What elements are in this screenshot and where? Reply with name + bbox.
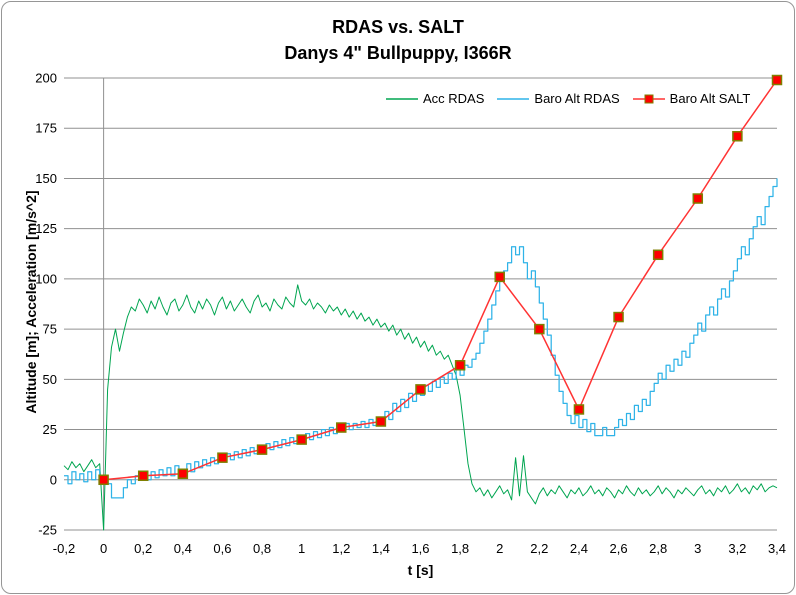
x-tick-label: 2,6 <box>610 541 628 556</box>
x-tick-label: 0,4 <box>174 541 192 556</box>
legend-label: Baro Alt SALT <box>670 91 751 106</box>
x-tick-label: 1,2 <box>332 541 350 556</box>
x-tick-label: 2,4 <box>570 541 588 556</box>
marker-baro-alt-salt[interactable] <box>773 76 782 85</box>
x-tick-label: 1,4 <box>372 541 390 556</box>
series-acc-rdas[interactable] <box>64 285 777 530</box>
x-tick-label: 1,6 <box>411 541 429 556</box>
marker-baro-alt-salt[interactable] <box>99 475 108 484</box>
series-baro-alt-rdas[interactable] <box>64 178 777 498</box>
x-tick-label: 2 <box>496 541 503 556</box>
x-tick-label: 3 <box>694 541 701 556</box>
marker-baro-alt-salt[interactable] <box>178 469 187 478</box>
legend-swatch-icon <box>632 93 666 105</box>
y-tick-label: 50 <box>43 372 57 387</box>
x-tick-label: 3,2 <box>728 541 746 556</box>
x-tick-label: 3,4 <box>768 541 786 556</box>
marker-baro-alt-salt[interactable] <box>337 423 346 432</box>
x-tick-label: 0,6 <box>213 541 231 556</box>
marker-baro-alt-salt[interactable] <box>693 194 702 203</box>
y-tick-label: 25 <box>43 422 57 437</box>
x-tick-label: 2,2 <box>530 541 548 556</box>
legend-item-acc-rdas[interactable]: Acc RDAS <box>385 91 484 106</box>
y-axis-title: Altitude [m]; Acceleration [m/s^2] <box>23 76 39 528</box>
legend-label: Baro Alt RDAS <box>534 91 619 106</box>
marker-baro-alt-salt[interactable] <box>218 453 227 462</box>
x-tick-label: 1,8 <box>451 541 469 556</box>
marker-baro-alt-salt[interactable] <box>139 471 148 480</box>
x-tick-label: 0,8 <box>253 541 271 556</box>
marker-baro-alt-salt[interactable] <box>654 250 663 259</box>
marker-baro-alt-salt[interactable] <box>614 313 623 322</box>
chart-title-line2: Danys 4" Bullpuppy, I366R <box>2 40 794 66</box>
y-tick-label: 75 <box>43 322 57 337</box>
series-baro-alt-salt[interactable] <box>104 80 777 480</box>
x-tick-label: 1 <box>298 541 305 556</box>
marker-baro-alt-salt[interactable] <box>574 405 583 414</box>
legend-swatch-icon <box>385 93 419 105</box>
marker-baro-alt-salt[interactable] <box>456 361 465 370</box>
legend: Acc RDAS Baro Alt RDAS Baro Alt SALT <box>385 91 750 106</box>
legend-label: Acc RDAS <box>423 91 484 106</box>
chart-container[interactable]: RDAS vs. SALT Danys 4" Bullpuppy, I366R … <box>1 1 795 594</box>
y-tick-label: 0 <box>50 472 57 487</box>
x-tick-label: -0,2 <box>53 541 75 556</box>
x-tick-label: 0 <box>100 541 107 556</box>
legend-swatch-icon <box>496 93 530 105</box>
legend-item-baro-alt-rdas[interactable]: Baro Alt RDAS <box>496 91 619 106</box>
x-axis-title: t [s] <box>64 562 777 578</box>
marker-baro-alt-salt[interactable] <box>258 445 267 454</box>
marker-baro-alt-salt[interactable] <box>733 132 742 141</box>
x-tick-label: 2,8 <box>649 541 667 556</box>
marker-baro-alt-salt[interactable] <box>416 385 425 394</box>
marker-baro-alt-salt[interactable] <box>297 435 306 444</box>
legend-item-baro-alt-salt[interactable]: Baro Alt SALT <box>632 91 751 106</box>
marker-baro-alt-salt[interactable] <box>535 325 544 334</box>
chart-title: RDAS vs. SALT Danys 4" Bullpuppy, I366R <box>2 14 794 66</box>
chart-title-line1: RDAS vs. SALT <box>2 14 794 40</box>
y-tick-label: -25 <box>38 523 57 538</box>
marker-baro-alt-salt[interactable] <box>376 417 385 426</box>
x-tick-label: 0,2 <box>134 541 152 556</box>
marker-baro-alt-salt[interactable] <box>495 272 504 281</box>
